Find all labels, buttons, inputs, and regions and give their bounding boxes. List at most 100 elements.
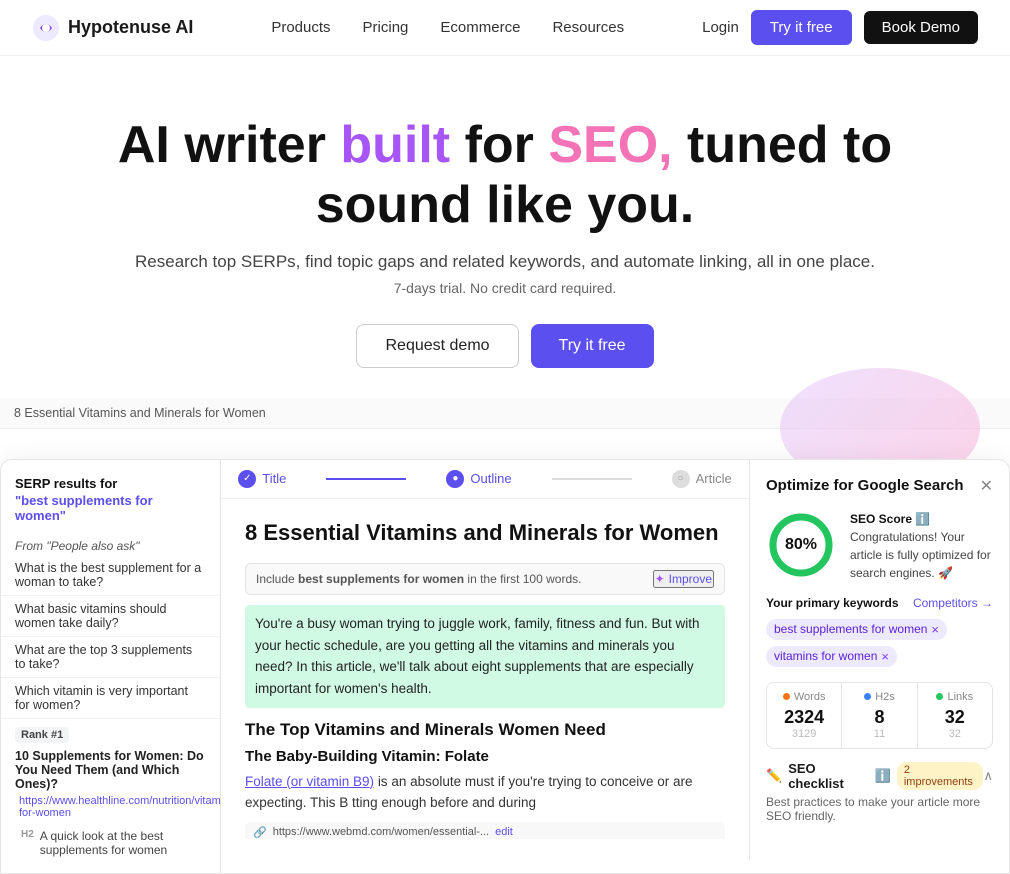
right-panel-title: Optimize for Google Search	[766, 477, 964, 494]
section1-title: The Top Vitamins and Minerals Women Need	[245, 720, 725, 740]
links-sub: 32	[928, 728, 982, 740]
list-item[interactable]: What are the top 3 supplements to take?	[1, 637, 220, 678]
center-panel: ✓ Title ● Outline ○ Article 8 Essential …	[221, 460, 749, 873]
rank-badge: Rank #1	[15, 727, 69, 743]
tab-article[interactable]: ○ Article	[672, 470, 732, 488]
article-reference: 🔗 https://www.webmd.com/women/essential-…	[245, 822, 725, 839]
login-button[interactable]: Login	[702, 19, 739, 36]
keyword-1-remove[interactable]: ×	[931, 622, 939, 637]
tab-title-label: Title	[262, 471, 286, 486]
stats-row: Words 2324 3129 H2s 8 11 Links	[766, 682, 993, 749]
improve-label: Improve	[669, 572, 712, 586]
keywords-tags: best supplements for women × vitamins fo…	[766, 616, 993, 670]
tab-outline-label: Outline	[470, 471, 511, 486]
keywords-title: Your primary keywords	[766, 596, 899, 610]
tab-line-2	[552, 478, 632, 480]
try-free-hero-button[interactable]: Try it free	[531, 324, 654, 368]
nav-ecommerce[interactable]: Ecommerce	[440, 19, 520, 36]
folate-link[interactable]: Folate (or vitamin B9)	[245, 774, 374, 789]
nav-resources[interactable]: Resources	[552, 19, 624, 36]
checklist-info-icon: ℹ️	[875, 768, 891, 784]
competitors-link[interactable]: Competitors →	[913, 596, 993, 610]
app-preview: SERP results for "best supplements for w…	[0, 459, 1010, 874]
words-dot	[783, 693, 790, 700]
hero-subheadline: Research top SERPs, find topic gaps and …	[20, 252, 990, 272]
h2s-sub: 11	[852, 728, 906, 740]
tab-title[interactable]: ✓ Title	[238, 470, 286, 488]
sparkle-icon: ✦	[655, 572, 665, 586]
nav-pricing[interactable]: Pricing	[363, 19, 409, 36]
hero-trial: 7-days trial. No credit card required.	[20, 280, 990, 296]
checklist-title: ✏️ SEO checklist ℹ️ 2 improvements	[766, 761, 983, 791]
article-title: 8 Essential Vitamins and Minerals for Wo…	[245, 519, 725, 548]
ref-edit-button[interactable]: edit	[495, 826, 513, 838]
close-button[interactable]: ✕	[980, 476, 993, 496]
hint-keyword: best supplements for women	[298, 572, 464, 586]
hero-section: AI writer built for SEO, tuned to sound …	[0, 56, 1010, 398]
checklist-title-text: SEO checklist	[788, 761, 868, 791]
keyword-tag-1-text: best supplements for women	[774, 622, 927, 636]
rank-url: https://www.healthline.com/nutrition/vit…	[1, 793, 220, 825]
article-content: 8 Essential Vitamins and Minerals for Wo…	[221, 499, 749, 839]
hint-prefix: Include	[256, 572, 298, 586]
doc-top-label: 8 Essential Vitamins and Minerals for Wo…	[0, 398, 1010, 429]
navbar: Hypotenuse AI Products Pricing Ecommerce…	[0, 0, 1010, 56]
checklist-toggle-button[interactable]: ∧	[983, 768, 993, 784]
checklist-subtitle: Best practices to make your article more…	[766, 795, 993, 823]
hero-buttons: Request demo Try it free	[20, 324, 990, 368]
keyword-tag-1: best supplements for women ×	[766, 619, 947, 640]
h2s-dot	[864, 693, 871, 700]
seo-congrats-text: SEO Score ℹ️ Congratulations! Your artic…	[850, 510, 993, 582]
improve-button[interactable]: ✦ Improve	[653, 570, 714, 588]
ref-icon: 🔗	[253, 826, 267, 839]
rank-url-text: https://www.healthline.com/nutrition/vit…	[19, 795, 238, 819]
hint-suffix: in the first 100 words.	[464, 572, 581, 586]
words-main: 2324	[777, 707, 831, 728]
hero-headline: AI writer built for SEO, tuned to sound …	[75, 116, 935, 236]
h2-badge: H2	[21, 829, 34, 857]
book-demo-button[interactable]: Book Demo	[864, 11, 978, 44]
progress-tabs: ✓ Title ● Outline ○ Article	[221, 460, 749, 499]
seo-congrats-detail: Congratulations! Your article is fully o…	[850, 530, 991, 580]
right-panel: Optimize for Google Search ✕ 80% SEO Sco…	[749, 460, 1009, 860]
nav-products[interactable]: Products	[271, 19, 330, 36]
tab-outline-dot: ●	[446, 470, 464, 488]
stat-words: Words 2324 3129	[767, 683, 842, 748]
section2-title: The Baby-Building Vitamin: Folate	[245, 748, 725, 765]
seo-score-row: 80% SEO Score ℹ️ Congratulations! Your a…	[766, 510, 993, 582]
article-hint: Include best supplements for women in th…	[245, 563, 725, 595]
stat-h2s: H2s 8 11	[842, 683, 917, 748]
list-item[interactable]: What basic vitamins should women take da…	[1, 596, 220, 637]
list-item[interactable]: What is the best supplement for a woman …	[1, 555, 220, 596]
keyword-2-remove[interactable]: ×	[881, 649, 889, 664]
hint-text: Include best supplements for women in th…	[256, 572, 581, 586]
h2-text: A quick look at the best supplements for…	[40, 829, 206, 857]
pencil-icon: ✏️	[766, 768, 782, 784]
keywords-header: Your primary keywords Competitors →	[766, 596, 993, 610]
tab-outline[interactable]: ● Outline	[446, 470, 511, 488]
try-free-button[interactable]: Try it free	[751, 10, 852, 45]
logo-text: Hypotenuse AI	[68, 17, 193, 38]
seo-score-label: SEO Score	[850, 512, 912, 526]
logo-icon	[32, 14, 60, 42]
words-sub: 3129	[777, 728, 831, 740]
h2s-label: H2s	[875, 691, 895, 703]
links-label: Links	[947, 691, 973, 703]
keyword-tag-2: vitamins for women ×	[766, 646, 897, 667]
list-item[interactable]: Which vitamin is very important for wome…	[1, 678, 220, 719]
tab-article-dot: ○	[672, 470, 690, 488]
article-para1: Folate (or vitamin B9) is an absolute mu…	[245, 771, 725, 814]
links-main: 32	[928, 707, 982, 728]
left-panel: SERP results for "best supplements for w…	[1, 460, 221, 873]
seo-score-number: 80%	[785, 536, 817, 554]
links-dot	[936, 693, 943, 700]
request-demo-button[interactable]: Request demo	[356, 324, 518, 368]
tab-title-dot: ✓	[238, 470, 256, 488]
serp-title: SERP results for	[1, 472, 220, 493]
logo[interactable]: Hypotenuse AI	[32, 14, 193, 42]
highlighted-paragraph: You're a busy woman trying to juggle wor…	[245, 605, 725, 707]
nav-actions: Login Try it free Book Demo	[702, 10, 978, 45]
right-panel-header: Optimize for Google Search ✕	[766, 476, 993, 496]
checklist-badge: 2 improvements	[897, 762, 984, 790]
keyword-tag-2-text: vitamins for women	[774, 649, 877, 663]
